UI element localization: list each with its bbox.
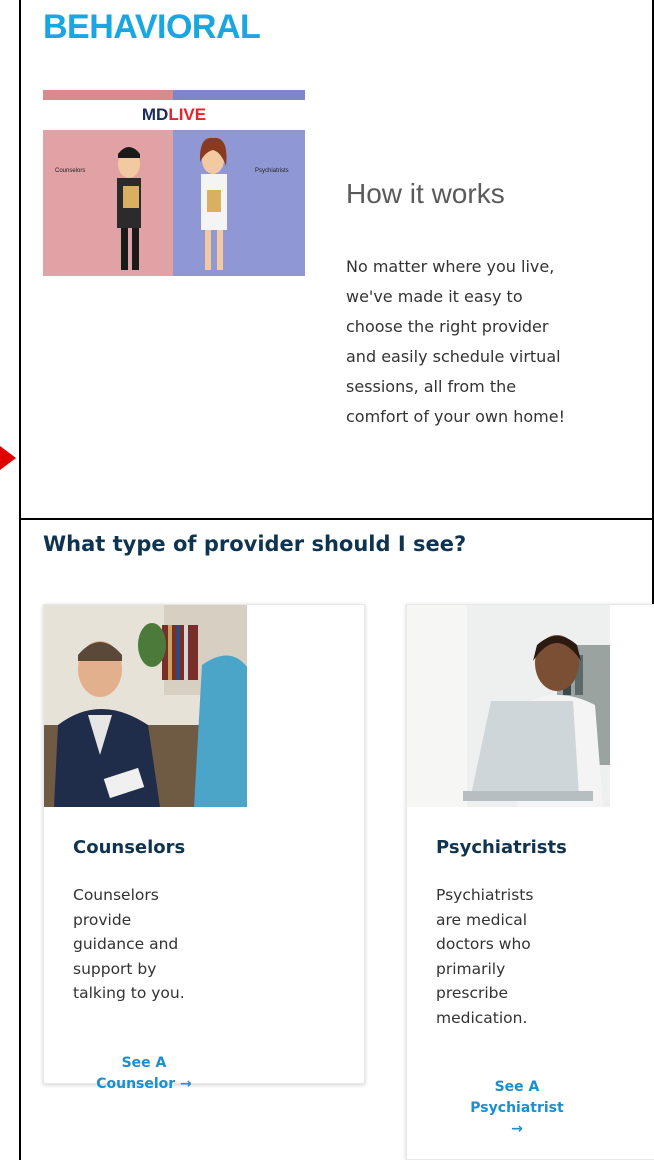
- counselor-card-description: Counselors provide guidance and support …: [73, 886, 185, 1002]
- how-it-works-body: No matter where you live, we've made it …: [346, 257, 565, 426]
- psychiatrist-card-title: Psychiatrists: [436, 837, 567, 858]
- psychiatrist-card: Psychiatrists Psychiatrists are medical …: [406, 604, 654, 1160]
- see-a-psychiatrist-link[interactable]: See A Psychiatrist →: [447, 1077, 587, 1140]
- see-a-counselor-link[interactable]: See A Counselor →: [84, 1053, 204, 1095]
- how-it-works-video-thumbnail[interactable]: MDLIVE Counselors Psychiatrists: [43, 90, 305, 276]
- psychiatrist-card-description: Psychiatrists are medical doctors who pr…: [436, 886, 534, 1027]
- counselor-photo: [44, 605, 247, 807]
- how-it-works-title: How it works: [346, 178, 505, 209]
- counselor-card: Counselors Counselors provide guidance a…: [43, 604, 365, 1092]
- cartoon-characters-illustration: [117, 137, 227, 270]
- provider-type-heading: What type of provider should I see?: [43, 532, 467, 556]
- psychiatrist-photo: [407, 605, 610, 807]
- section-title: BEHAVIORAL: [43, 8, 261, 46]
- red-pointer-arrow-icon: [0, 446, 16, 470]
- counselor-card-title: Counselors: [73, 837, 186, 858]
